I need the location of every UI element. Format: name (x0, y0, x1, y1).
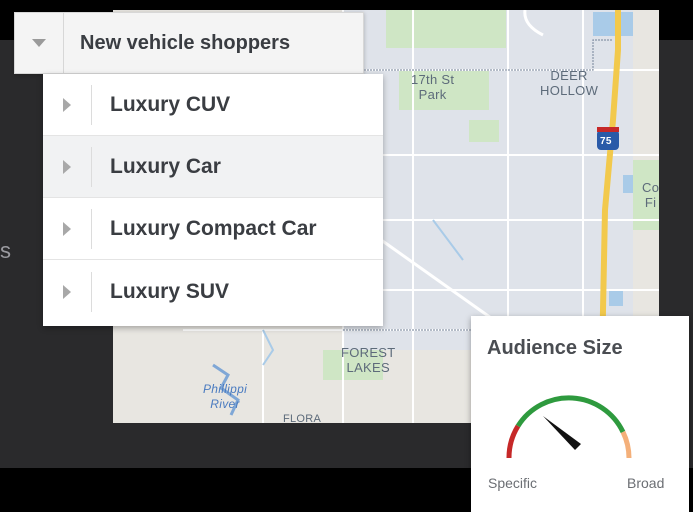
gauge-segment-broad (620, 430, 632, 459)
list-item-luxury-suv[interactable]: Luxury SUV (43, 260, 383, 323)
list-item-luxury-compact-car[interactable]: Luxury Compact Car (43, 198, 383, 260)
neighborhood-label-forest-lakes: FOREST LAKES (341, 345, 396, 375)
expand-toggle[interactable] (43, 208, 92, 249)
audience-size-panel: Audience Size Specific Broad (471, 316, 689, 512)
caret-down-icon (32, 39, 46, 47)
caret-right-icon (63, 97, 71, 112)
list-item-luxury-car[interactable]: Luxury Car (43, 136, 383, 198)
list-item-label: Luxury Compact Car (110, 216, 317, 240)
neighborhood-label-flora: FLORA (283, 413, 322, 423)
gauge-segment-specific (506, 424, 521, 459)
gauge-label-broad: Broad (627, 475, 665, 491)
expand-toggle[interactable] (43, 146, 92, 187)
subcategory-list: Luxury CUV Luxury Car Luxury Compact Car… (43, 74, 383, 326)
gauge-label-specific: Specific (488, 475, 538, 491)
list-item-label: Luxury SUV (110, 279, 230, 303)
neighborhood-label-deer-hollow: DEER HOLLOW (540, 68, 599, 98)
cut-off-map-label: Co Fi (642, 180, 659, 210)
list-item-luxury-cuv[interactable]: Luxury CUV (43, 74, 383, 136)
caret-right-icon (63, 284, 71, 299)
dropdown-title: New vehicle shoppers (80, 31, 291, 54)
collapse-toggle[interactable] (15, 13, 64, 73)
park-label: 17th St Park (411, 72, 455, 102)
cut-off-text: s (0, 238, 11, 263)
expand-toggle[interactable] (43, 271, 92, 312)
audience-category-dropdown[interactable]: New vehicle shoppers (14, 12, 364, 74)
gauge-needle-icon (543, 416, 581, 450)
interstate-shield-label: 75 (600, 136, 612, 147)
expand-toggle[interactable] (43, 84, 92, 125)
gauge-segment-defined (515, 395, 626, 434)
caret-right-icon (63, 221, 71, 236)
list-item-label: Luxury CUV (110, 92, 231, 116)
river-label: Phillippi River (203, 382, 248, 411)
caret-right-icon (63, 159, 71, 174)
list-item-label: Luxury Car (110, 154, 221, 178)
